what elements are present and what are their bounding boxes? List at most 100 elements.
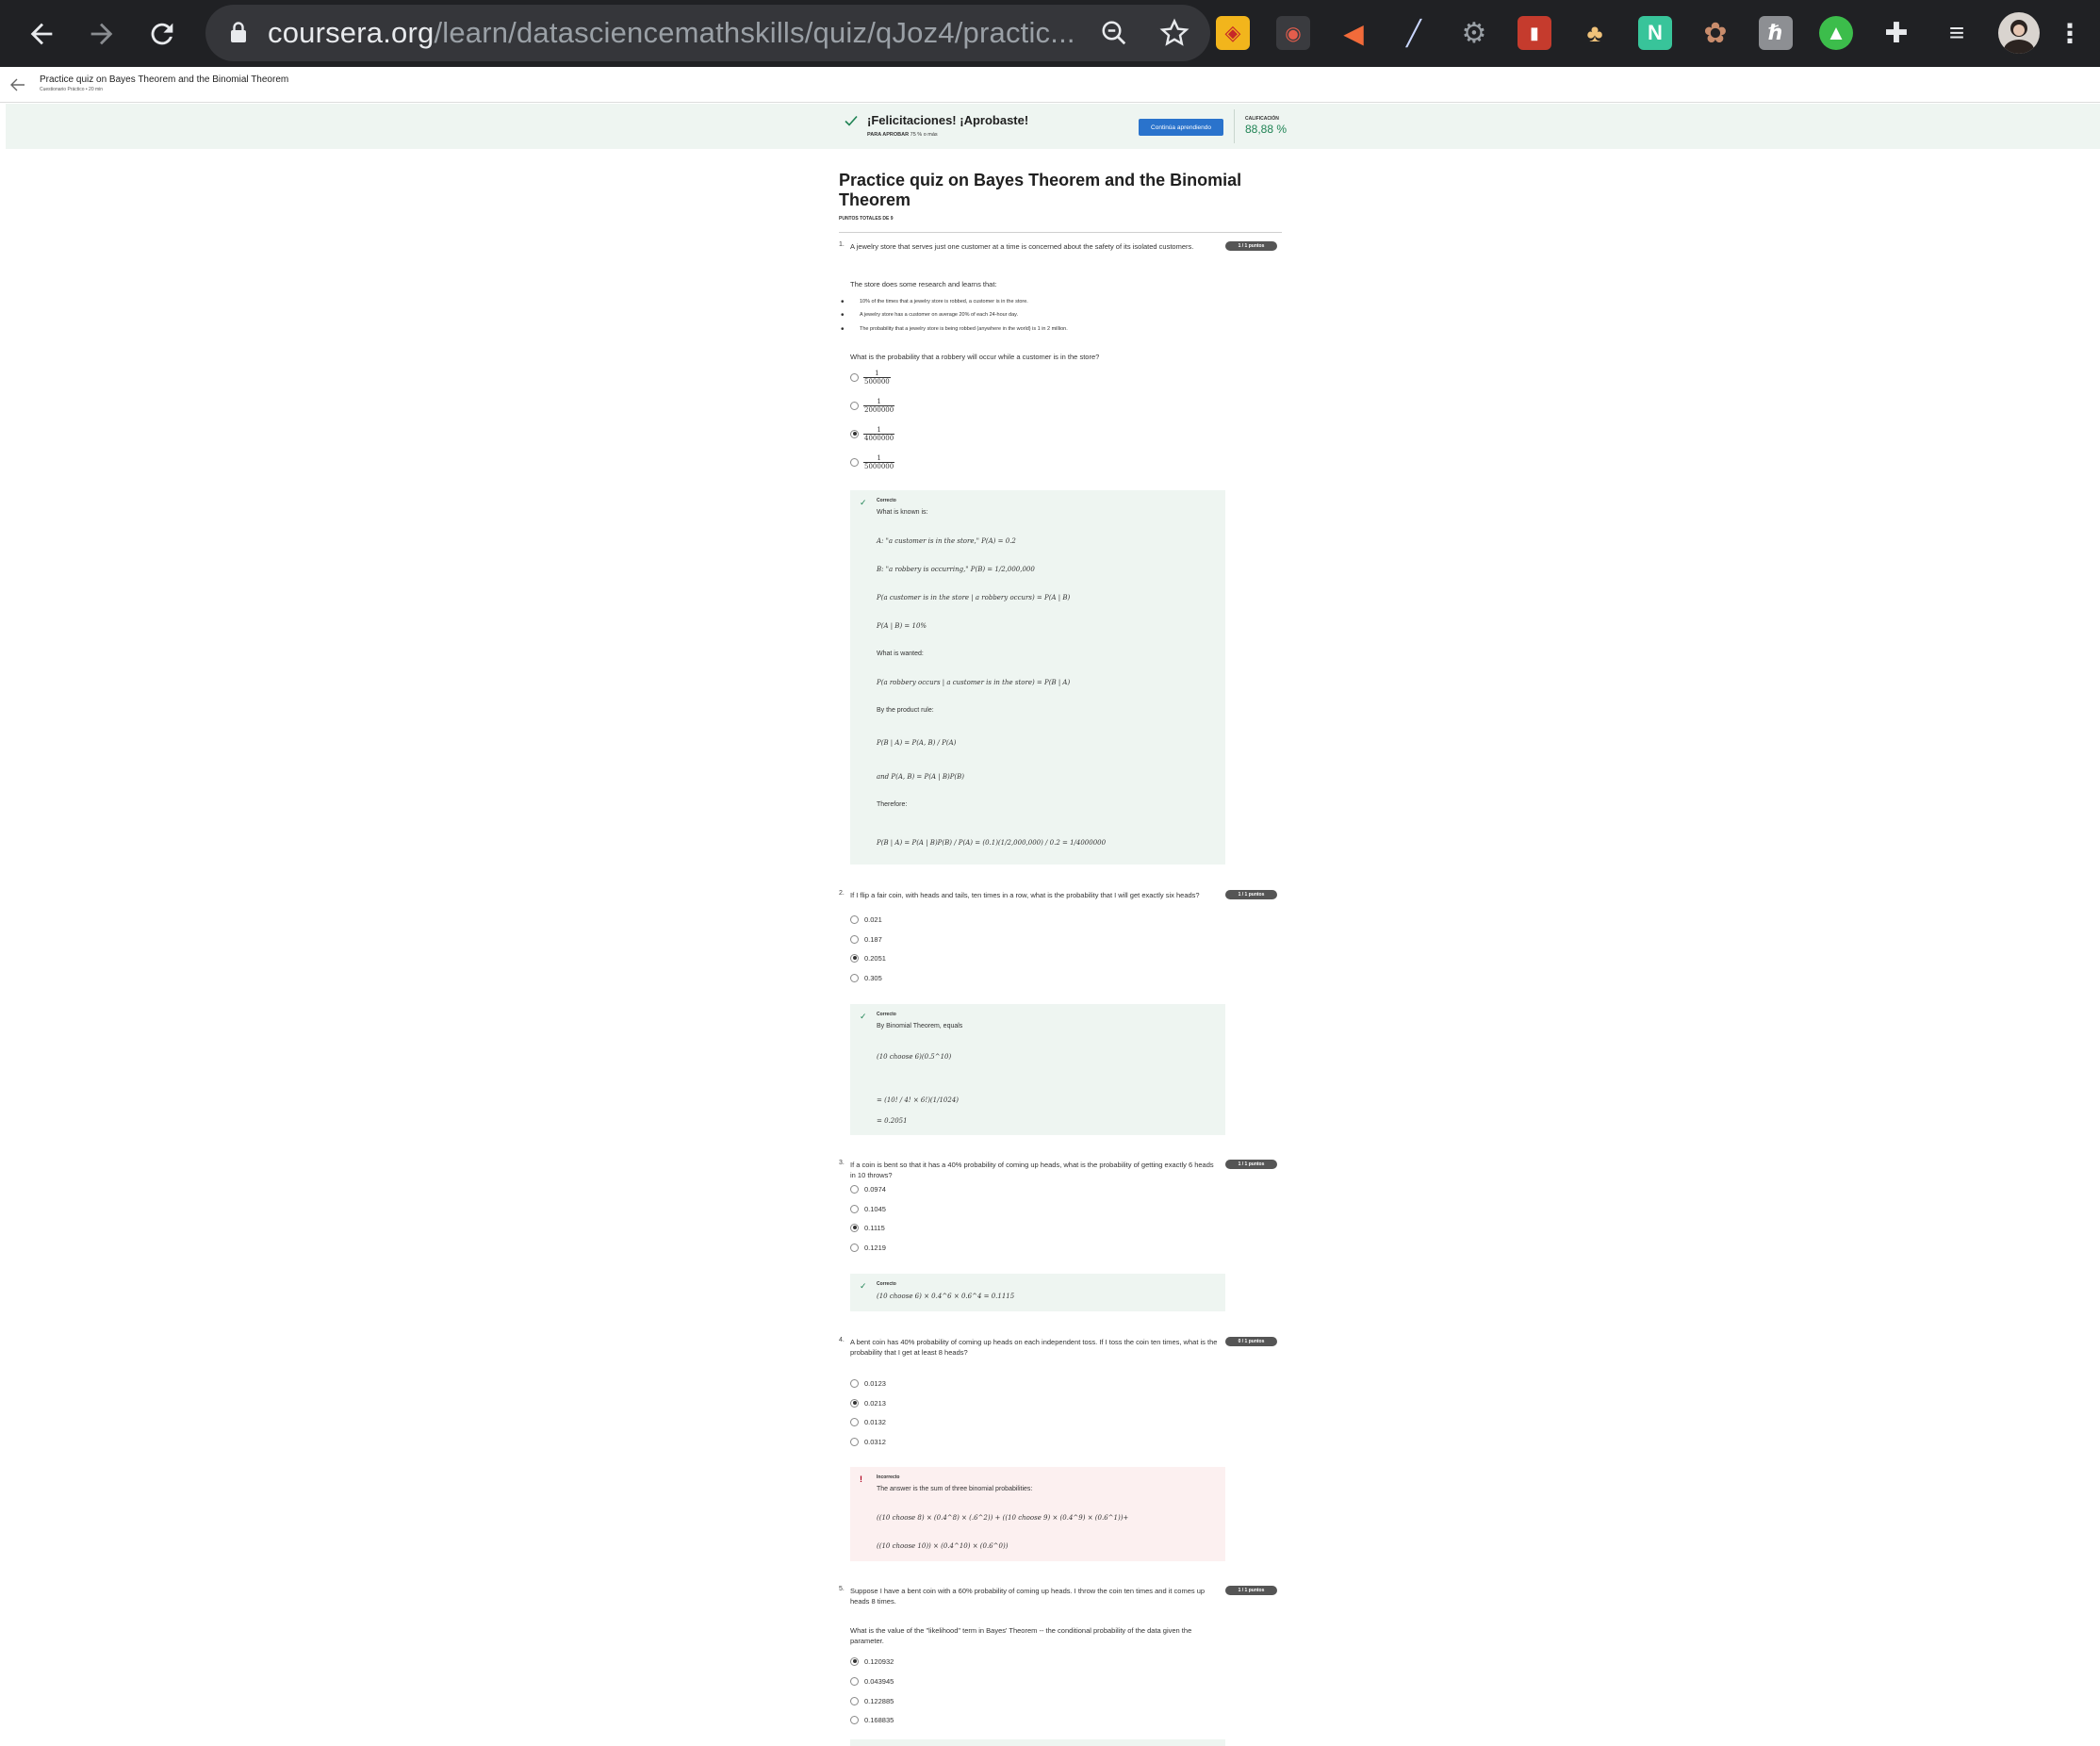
answer-option[interactable]: 0.122885 bbox=[850, 1694, 894, 1707]
points-badge: 1 / 1 puntos bbox=[1225, 1160, 1277, 1169]
feedback-text: What is known is: bbox=[877, 509, 928, 516]
feedback-text: The answer is the sum of three binomial … bbox=[877, 1486, 1033, 1492]
answer-option[interactable]: 0.305 bbox=[850, 971, 882, 984]
profile-avatar[interactable] bbox=[1998, 12, 2040, 54]
fraction: 1 4000000 bbox=[863, 425, 895, 442]
answer-option-selected[interactable]: 0.1115 bbox=[850, 1221, 885, 1234]
feedback-correct: ✓ Correcto What is known is: A: "a custo… bbox=[850, 490, 1225, 865]
quiz-total-points: PUNTOS TOTALES DE 9 bbox=[839, 216, 894, 222]
radio-button[interactable] bbox=[850, 1378, 859, 1388]
forward-icon[interactable] bbox=[77, 9, 126, 58]
radio-button[interactable] bbox=[850, 1417, 859, 1426]
points-badge: 1 / 1 puntos bbox=[1225, 241, 1277, 251]
extension-pen-icon[interactable]: ╱ bbox=[1397, 16, 1431, 50]
pass-banner: ¡Felicitaciones! ¡Aprobaste! PARA APROBA… bbox=[6, 104, 2100, 149]
radio-button[interactable] bbox=[850, 1696, 859, 1705]
divider bbox=[1234, 109, 1235, 143]
answer-option-selected[interactable]: 1 4000000 bbox=[850, 425, 895, 442]
question-number: 2. bbox=[839, 890, 845, 897]
radio-button[interactable] bbox=[850, 1184, 859, 1194]
feedback-correct: ✓ Correcto (10 choose 6) × 0.4^6 × 0.6^4… bbox=[850, 1274, 1225, 1311]
radio-button[interactable] bbox=[850, 1437, 859, 1446]
radio-button[interactable] bbox=[850, 1223, 859, 1232]
question-text: A bent coin has 40% probability of comin… bbox=[850, 1338, 1218, 1357]
radio-button[interactable] bbox=[850, 1398, 859, 1408]
feedback-math: (10 choose 6) × 0.4^6 × 0.6^4 = 0.1115 bbox=[877, 1293, 1015, 1300]
radio-button[interactable] bbox=[850, 401, 859, 410]
radio-button[interactable] bbox=[850, 429, 859, 438]
answer-option-selected[interactable]: 0.2051 bbox=[850, 951, 886, 964]
bookmark-star-icon[interactable] bbox=[1157, 16, 1191, 50]
extension-owl-icon[interactable]: ◉ bbox=[1276, 16, 1310, 50]
address-bar[interactable]: coursera.org/learn/datasciencemathskills… bbox=[205, 5, 1210, 61]
answer-option[interactable]: 0.0312 bbox=[850, 1435, 886, 1448]
feedback-text: By Binomial Theorem, equals bbox=[877, 1023, 963, 1029]
answer-option[interactable]: 0.1219 bbox=[850, 1241, 886, 1254]
radio-button[interactable] bbox=[850, 1676, 859, 1686]
answer-option[interactable]: 0.187 bbox=[850, 932, 882, 946]
radio-button[interactable] bbox=[850, 934, 859, 944]
pass-title: ¡Felicitaciones! ¡Aprobaste! bbox=[867, 113, 1029, 127]
extension-shield-icon[interactable]: ◈ bbox=[1216, 16, 1250, 50]
zoom-icon[interactable] bbox=[1097, 16, 1131, 50]
answer-option[interactable]: 0.0132 bbox=[850, 1415, 886, 1428]
answer-option-selected[interactable]: 0.0213 bbox=[850, 1396, 886, 1409]
feedback-math: ((10 choose 8) × (0.4^8) × (.6^2)) + ((1… bbox=[877, 1514, 1129, 1522]
pass-requirement: PARA APROBAR 75 % o más bbox=[867, 132, 938, 138]
feedback-math: P(B | A) = P(A, B) / P(A) bbox=[877, 739, 957, 747]
url-text: coursera.org/learn/datasciencemathskills… bbox=[268, 16, 1075, 49]
answer-option[interactable]: 0.0123 bbox=[850, 1376, 886, 1390]
fraction: 1 2000000 bbox=[863, 397, 895, 414]
extension-n-icon[interactable]: N bbox=[1638, 16, 1672, 50]
answer-option[interactable]: 1 2000000 bbox=[850, 397, 895, 414]
radio-button[interactable] bbox=[850, 1243, 859, 1252]
answer-option[interactable]: 1 500000 bbox=[850, 369, 891, 386]
radio-button[interactable] bbox=[850, 457, 859, 467]
extension-book-icon[interactable]: ▮ bbox=[1518, 16, 1551, 50]
check-icon: ✓ bbox=[860, 1012, 867, 1021]
extension-h-icon[interactable]: ℏ bbox=[1759, 16, 1793, 50]
radio-button[interactable] bbox=[850, 1715, 859, 1724]
answer-option[interactable]: 0.168835 bbox=[850, 1713, 894, 1726]
continue-learning-button[interactable]: Continúa aprendiendo bbox=[1139, 119, 1223, 136]
feedback-math: and P(A, B) = P(A | B)P(B) bbox=[877, 773, 965, 781]
grade-value: 88,88 % bbox=[1245, 123, 1288, 136]
feedback-status: Correcto bbox=[877, 1281, 896, 1287]
extension-flower-icon[interactable]: ✿ bbox=[1698, 16, 1732, 50]
back-icon[interactable] bbox=[17, 9, 66, 58]
points-badge: 0 / 1 puntos bbox=[1225, 1337, 1277, 1346]
radio-button[interactable] bbox=[850, 1204, 859, 1213]
answer-option[interactable]: 0.0974 bbox=[850, 1182, 886, 1195]
answer-option[interactable]: 1 5000000 bbox=[850, 453, 895, 470]
extensions-puzzle-icon[interactable]: ✚ bbox=[1879, 16, 1913, 50]
radio-button[interactable] bbox=[850, 973, 859, 982]
radio-button[interactable] bbox=[850, 953, 859, 963]
radio-button[interactable] bbox=[850, 914, 859, 924]
answer-option[interactable]: 0.043945 bbox=[850, 1674, 894, 1688]
feedback-math: P(B | A) = P(A | B)P(B) / P(A) = (0.1)(1… bbox=[877, 839, 1107, 847]
extension-megaphone-icon[interactable]: ◀ bbox=[1337, 16, 1370, 50]
feedback-text: By the product rule: bbox=[877, 707, 934, 714]
fraction: 1 500000 bbox=[863, 369, 891, 386]
divider bbox=[839, 232, 1282, 233]
grade-label: CALIFICACIÓN bbox=[1245, 116, 1279, 122]
feedback-status: Correcto bbox=[877, 498, 896, 503]
answer-option-selected[interactable]: 0.120932 bbox=[850, 1655, 894, 1668]
feedback-math: A: "a customer is in the store," P(A) = … bbox=[877, 537, 1016, 545]
extension-plant-icon[interactable]: ♣ bbox=[1578, 16, 1612, 50]
extension-thumb-icon[interactable]: ▲ bbox=[1819, 16, 1853, 50]
course-title[interactable]: Practice quiz on Bayes Theorem and the B… bbox=[40, 74, 288, 85]
fraction: 1 5000000 bbox=[863, 453, 895, 470]
radio-button[interactable] bbox=[850, 1656, 859, 1666]
browser-menu-icon[interactable]: ⋮ bbox=[2057, 16, 2083, 50]
answer-option[interactable]: 0.021 bbox=[850, 913, 882, 926]
feedback-math: B: "a robbery is occurring," P(B) = 1/2,… bbox=[877, 566, 1035, 573]
back-arrow-icon[interactable] bbox=[10, 78, 29, 93]
media-control-icon[interactable]: ≡ bbox=[1940, 16, 1974, 50]
answer-option[interactable]: 0.1045 bbox=[850, 1202, 886, 1215]
radio-button[interactable] bbox=[850, 372, 859, 382]
feedback-math: P(a customer is in the store | a robbery… bbox=[877, 594, 1071, 601]
extension-gear-icon[interactable]: ⚙ bbox=[1457, 16, 1491, 50]
reload-icon[interactable] bbox=[138, 9, 187, 58]
question-number: 1. bbox=[839, 241, 845, 248]
